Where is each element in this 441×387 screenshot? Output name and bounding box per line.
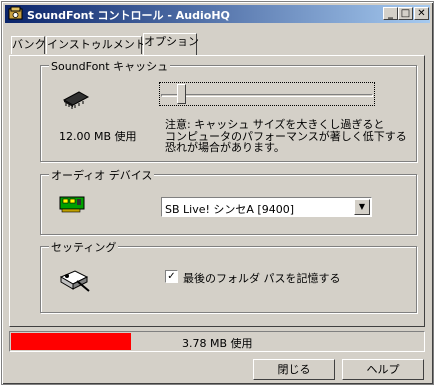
cache-slider-thumb[interactable] (177, 84, 187, 104)
minimize-button[interactable]: _ (383, 7, 398, 20)
audio-device-group-label: オーディオ デバイス (49, 167, 155, 183)
remember-folder-checkbox[interactable]: ✓ (165, 270, 178, 283)
chevron-down-icon[interactable]: ▼ (354, 199, 370, 215)
window-title: SoundFont コントロール - AudioHQ (27, 9, 230, 22)
audio-device-select[interactable]: SB Live! シンセA [9400] ▼ (161, 197, 372, 217)
folder-settings-icon (59, 270, 90, 292)
help-button[interactable]: ヘルプ (342, 359, 424, 380)
title-bar[interactable]: SoundFont コントロール - AudioHQ _ □ ✕ (5, 5, 430, 23)
memory-chip-icon (62, 91, 90, 109)
remember-folder-label[interactable]: 最後のフォルダ パスを記憶する (183, 270, 341, 286)
audio-device-value: SB Live! シンセA [9400] (165, 203, 294, 216)
memory-usage-fill (11, 333, 132, 350)
sound-card-icon (59, 196, 85, 213)
memory-usage-text: 3.78 MB 使用 (182, 337, 253, 350)
tab-instrument[interactable]: インストゥルメント (46, 36, 146, 54)
cache-slider-track[interactable] (161, 94, 373, 97)
close-window-button[interactable]: ✕ (414, 7, 429, 20)
cache-group-label: SoundFont キャッシュ (49, 58, 171, 74)
app-icon (8, 6, 23, 20)
tab-options[interactable]: オプション (143, 33, 199, 55)
tab-bank[interactable]: バンク (11, 36, 46, 54)
memory-usage-bar: 3.78 MB 使用 (9, 331, 425, 352)
close-button[interactable]: 閉じる (253, 359, 335, 380)
maximize-button[interactable]: □ (398, 7, 413, 20)
settings-group-label: セッティング (49, 239, 119, 255)
soundfont-control-window: SoundFont コントロール - AudioHQ _ □ ✕ バンク インス… (1, 1, 434, 385)
cache-note-line-3: 恐れが場合があります。 (165, 141, 285, 154)
cache-size-text: 12.00 MB 使用 (59, 130, 137, 143)
